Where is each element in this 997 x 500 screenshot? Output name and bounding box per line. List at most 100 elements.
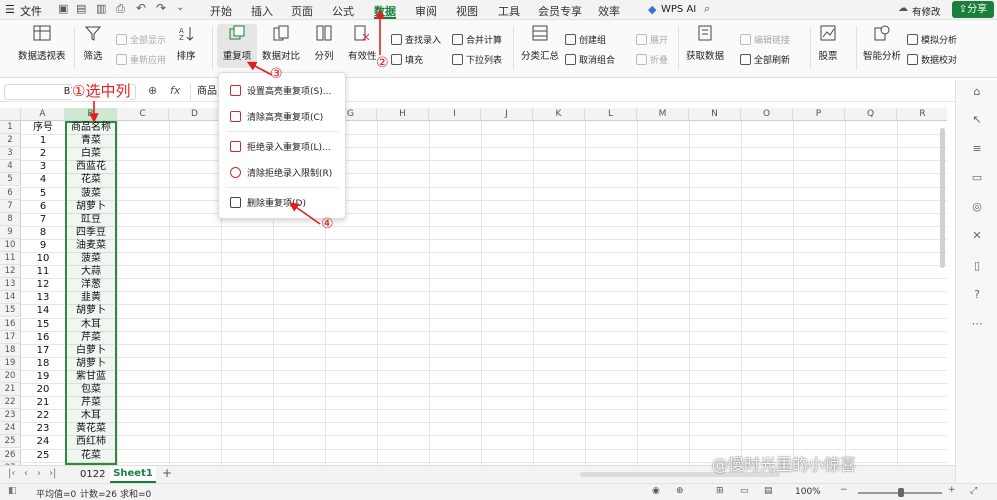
column-header[interactable]: J xyxy=(481,108,533,121)
column-header[interactable]: I xyxy=(429,108,481,121)
row-header[interactable]: 20 xyxy=(0,369,21,383)
more-icon[interactable]: ⋯ xyxy=(971,318,983,330)
table-cell-name[interactable]: 黄花菜 xyxy=(65,422,117,435)
table-cell-seq[interactable]: 4 xyxy=(21,173,65,186)
split-column-button[interactable]: 分列 xyxy=(314,20,334,62)
table-cell-name[interactable]: 木耳 xyxy=(65,409,117,422)
table-cell-name[interactable]: 白菜 xyxy=(65,147,117,160)
fullscreen-icon[interactable]: ⤢ xyxy=(970,486,977,496)
table-cell-seq[interactable]: 8 xyxy=(21,226,65,239)
row-header[interactable]: 12 xyxy=(0,265,21,279)
smart-analysis-button[interactable]: 智能分析 xyxy=(863,20,901,62)
column-header[interactable]: D xyxy=(169,108,221,121)
table-cell-name[interactable]: 木耳 xyxy=(65,318,117,331)
table-cell-name[interactable]: 洋葱 xyxy=(65,278,117,291)
file-menu[interactable]: 文件 xyxy=(20,3,42,19)
table-cell-name[interactable]: 西红柿 xyxy=(65,435,117,448)
row-header[interactable]: 5 xyxy=(0,173,21,187)
row-header[interactable]: 13 xyxy=(0,278,21,292)
what-if-button[interactable]: 模拟分析 xyxy=(907,33,957,46)
data-check-button[interactable]: 数据校对 xyxy=(907,53,957,66)
table-cell-name[interactable]: 芹菜 xyxy=(65,396,117,409)
table-cell-seq[interactable]: 10 xyxy=(21,252,65,265)
row-header[interactable]: 4 xyxy=(0,160,21,174)
subtotal-button[interactable]: 分类汇总 xyxy=(521,20,559,62)
table-cell-name[interactable]: 韭黄 xyxy=(65,291,117,304)
tab-page[interactable]: 页面 xyxy=(291,3,313,19)
export-icon[interactable]: ▤ xyxy=(76,2,86,15)
column-header[interactable]: R xyxy=(897,108,947,121)
table-cell-seq[interactable]: 5 xyxy=(21,187,65,200)
expand-button[interactable]: 展开 xyxy=(636,33,668,46)
table-cell-name[interactable]: 芹菜 xyxy=(65,331,117,344)
column-header[interactable]: Q xyxy=(845,108,897,121)
tab-review[interactable]: 审阅 xyxy=(415,3,437,19)
data-compare-button[interactable]: 数据对比 xyxy=(262,20,300,62)
table-cell-seq[interactable]: 14 xyxy=(21,304,65,317)
table-cell-name[interactable]: 白萝卜 xyxy=(65,344,117,357)
table-cell-seq[interactable]: 15 xyxy=(21,318,65,331)
tab-formula[interactable]: 公式 xyxy=(332,3,354,19)
table-cell-seq[interactable]: 17 xyxy=(21,344,65,357)
column-header[interactable]: L xyxy=(585,108,637,121)
help-icon[interactable]: ? xyxy=(971,289,983,301)
stocks-button[interactable]: 股票 xyxy=(818,20,838,62)
status-toggle-icon[interactable]: ◧ xyxy=(8,486,17,496)
sheet-tab-sheet1[interactable]: Sheet1 xyxy=(110,466,156,483)
table-cell-name[interactable]: 胡萝卜 xyxy=(65,357,117,370)
menu-item-reject-duplicates[interactable]: 拒绝录入重复项(L)... xyxy=(219,134,347,158)
table-cell-seq[interactable]: 16 xyxy=(21,331,65,344)
table-cell-seq[interactable]: 22 xyxy=(21,409,65,422)
duplicates-button[interactable]: 重复项 xyxy=(217,24,257,68)
row-header[interactable]: 8 xyxy=(0,212,21,226)
page-layout-icon[interactable]: ▭ xyxy=(740,486,749,496)
layout-icon[interactable]: ⊕ xyxy=(676,486,684,496)
row-header[interactable]: 3 xyxy=(0,147,21,161)
row-header[interactable]: 2 xyxy=(0,134,21,148)
row-header[interactable]: 23 xyxy=(0,409,21,423)
row-header[interactable]: 26 xyxy=(0,448,21,462)
table-cell-seq[interactable]: 1 xyxy=(21,134,65,147)
style-icon[interactable]: ◎ xyxy=(971,201,983,213)
tab-member[interactable]: 会员专享 xyxy=(538,3,582,19)
row-header[interactable]: 19 xyxy=(0,356,21,370)
modified-status[interactable]: 有修改 xyxy=(912,4,941,18)
last-sheet-icon[interactable]: ›| xyxy=(49,468,56,479)
spreadsheet-grid[interactable]: ABCDEFGHIJKLMNOPQR1234567891011121314151… xyxy=(0,108,947,465)
row-header[interactable]: 17 xyxy=(0,330,21,344)
next-sheet-icon[interactable]: › xyxy=(37,468,41,479)
collapse-button[interactable]: 折叠 xyxy=(636,53,668,66)
hamburger-icon[interactable]: ☰ xyxy=(5,3,15,16)
row-header[interactable]: 24 xyxy=(0,422,21,436)
table-cell-seq[interactable]: 7 xyxy=(21,213,65,226)
table-cell-name[interactable]: 四季豆 xyxy=(65,226,117,239)
table-cell-seq[interactable]: 12 xyxy=(21,278,65,291)
settings-sliders-icon[interactable]: ≡ xyxy=(971,143,983,155)
tools-icon[interactable]: ✕ xyxy=(971,230,983,242)
table-cell-seq[interactable]: 9 xyxy=(21,239,65,252)
normal-view-icon[interactable]: ⊞ xyxy=(716,486,724,496)
table-cell-name[interactable]: 胡萝卜 xyxy=(65,304,117,317)
table-cell-name[interactable]: 紫甘蓝 xyxy=(65,370,117,383)
tab-home[interactable]: 开始 xyxy=(210,3,232,19)
table-cell-name[interactable]: 油麦菜 xyxy=(65,239,117,252)
print-preview-icon[interactable]: ▥ xyxy=(96,2,106,15)
row-header[interactable]: 1 xyxy=(0,121,21,135)
row-header[interactable]: 9 xyxy=(0,225,21,239)
prev-sheet-icon[interactable]: ‹ xyxy=(24,468,28,479)
table-cell-seq[interactable]: 25 xyxy=(21,449,65,462)
vertical-scrollbar[interactable] xyxy=(940,128,945,268)
row-header[interactable]: 11 xyxy=(0,252,21,266)
table-cell-seq[interactable]: 21 xyxy=(21,396,65,409)
reapply-button[interactable]: 重新应用 xyxy=(116,53,166,66)
fx-icon[interactable]: fx xyxy=(170,84,180,97)
column-header[interactable]: M xyxy=(637,108,689,121)
redo-icon[interactable]: ↷ xyxy=(156,1,166,15)
menu-item-clear-reject[interactable]: 清除拒绝录入限制(R) xyxy=(219,160,347,184)
table-cell-name[interactable]: 包菜 xyxy=(65,383,117,396)
column-header[interactable]: P xyxy=(793,108,845,121)
table-cell-seq[interactable]: 13 xyxy=(21,291,65,304)
table-cell-seq[interactable]: 18 xyxy=(21,357,65,370)
table-cell-name[interactable]: 西蓝花 xyxy=(65,160,117,173)
column-header[interactable]: C xyxy=(117,108,169,121)
